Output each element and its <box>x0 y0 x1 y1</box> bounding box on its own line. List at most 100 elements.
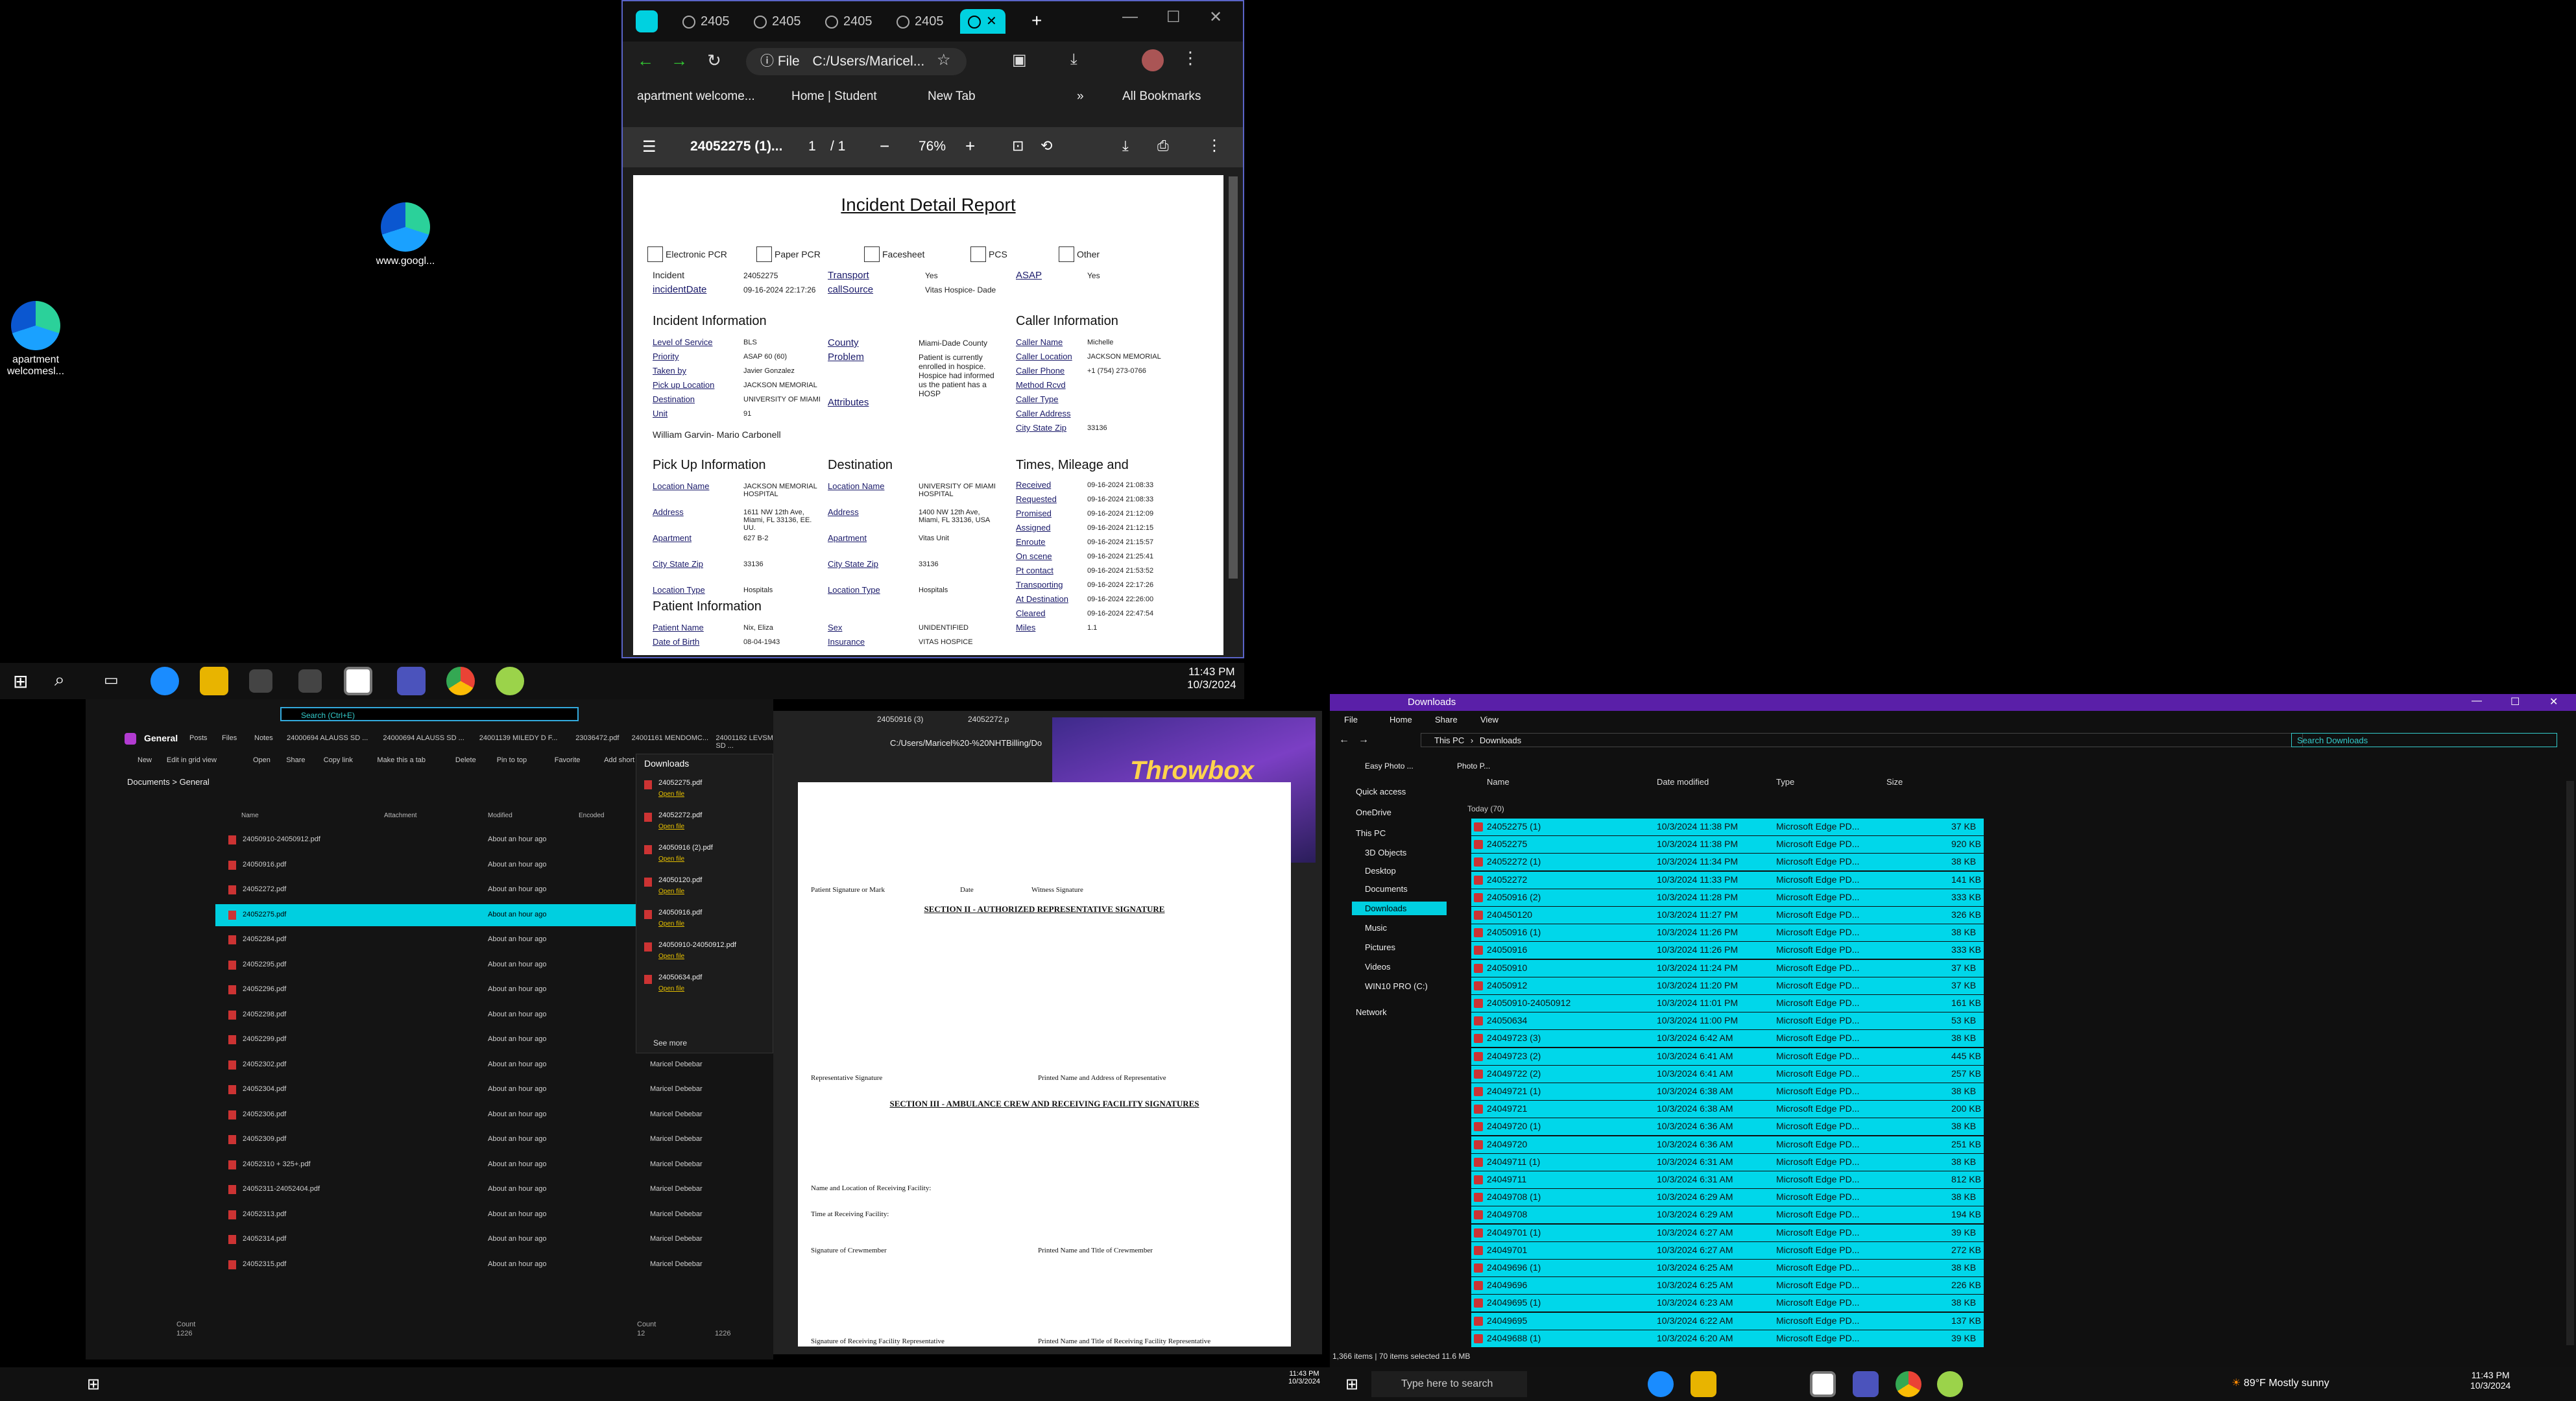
reload-icon[interactable]: ↻ <box>707 51 721 71</box>
download-item[interactable]: 24050916 (2).pdf Open file <box>644 843 767 871</box>
browser-tab[interactable]: 2405 <box>817 9 885 34</box>
forward-arrow-icon[interactable]: → <box>671 51 688 71</box>
profile-avatar[interactable] <box>1142 49 1164 71</box>
taskbar-search-input[interactable]: Type here to search <box>1371 1371 1527 1397</box>
file-name[interactable]: 24052304.pdf <box>243 1085 286 1093</box>
tab[interactable]: Posts <box>189 734 208 742</box>
file-row[interactable]: 24049708 (1) 10/3/2024 6:29 AM Microsoft E… <box>1471 1189 1984 1206</box>
file-row[interactable]: 24049723 (3) 10/3/2024 6:42 AM Microsoft E… <box>1471 1030 1984 1048</box>
file-name[interactable]: 24052309.pdf <box>243 1135 286 1143</box>
close-button[interactable]: ✕ <box>2549 695 2558 708</box>
forward-arrow-icon[interactable]: → <box>1358 734 1369 746</box>
toolbar-button[interactable]: Favorite <box>555 756 581 764</box>
desktop-shortcut-apartment[interactable]: apartment welcomesl... <box>0 301 71 377</box>
file-row[interactable]: 24050910-24050912 10/3/2024 11:01 PM Micro… <box>1471 995 1984 1012</box>
windows-start-icon[interactable]: ⊞ <box>87 1375 100 1394</box>
back-arrow-icon[interactable]: ← <box>637 51 654 71</box>
nav-item-this-pc[interactable]: This PC <box>1343 826 1447 840</box>
close-button[interactable]: ✕ <box>1209 8 1222 27</box>
download-item[interactable]: 24052272.pdf Open file <box>644 810 767 839</box>
tab[interactable]: 24001162 LEVSM SD ... <box>716 734 773 750</box>
file-name[interactable]: 24052296.pdf <box>243 985 286 993</box>
file-row[interactable]: 24049695 10/3/2024 6:22 AM Microsoft Edge … <box>1471 1312 1984 1330</box>
toolbar-button[interactable]: Open <box>253 756 271 764</box>
zoom-out-icon[interactable]: − <box>880 136 889 156</box>
fit-page-icon[interactable]: ⊡ <box>1012 138 1024 154</box>
column-header[interactable]: Size <box>1886 777 1903 787</box>
chrome-icon[interactable] <box>446 667 475 695</box>
file-row[interactable]: 24049711 (1) 10/3/2024 6:31 AM Microsoft E… <box>1471 1153 1984 1171</box>
column-header[interactable]: Attachment <box>384 812 417 819</box>
more-options-icon[interactable]: ⋮ <box>1207 136 1222 155</box>
column-header[interactable]: Modified <box>488 812 512 819</box>
tab[interactable]: Files <box>222 734 237 742</box>
file-name[interactable]: 24052313.pdf <box>243 1210 286 1218</box>
page-number-input[interactable]: 1 <box>808 139 816 154</box>
clock[interactable]: 11:43 PM 10/3/2024 <box>2470 1370 2510 1391</box>
file-row[interactable]: 24050910 10/3/2024 11:24 PM Microsoft Edge… <box>1471 959 1984 977</box>
maximize-button[interactable]: ☐ <box>1166 8 1181 27</box>
file-row[interactable]: 24052272 (1) 10/3/2024 11:34 PM Microsoft … <box>1471 854 1984 871</box>
new-tab-button[interactable]: + <box>1031 10 1042 31</box>
column-header[interactable]: Type <box>1776 777 1794 787</box>
table-row[interactable]: 24052310 + 325+.pdf About an hour ago Mari… <box>215 1154 721 1176</box>
bookmark-item[interactable]: Home | Student <box>791 90 877 104</box>
bookmark-item[interactable]: New Tab <box>928 90 976 104</box>
nav-item-downloads[interactable]: Downloads <box>1352 902 1447 915</box>
windows-start-icon[interactable]: ⊞ <box>13 671 28 692</box>
file-row[interactable]: 24049708 10/3/2024 6:29 AM Microsoft Edge … <box>1471 1206 1984 1224</box>
file-name[interactable]: 24052299.pdf <box>243 1035 286 1043</box>
browser-tab[interactable]: 24052272.p <box>968 715 1009 724</box>
file-name[interactable]: 24052284.pdf <box>243 935 286 943</box>
nav-item-desktop[interactable]: Desktop <box>1352 864 1447 878</box>
file-row[interactable]: 24049720 10/3/2024 6:36 AM Microsoft Edge … <box>1471 1136 1984 1153</box>
address-bar[interactable]: ⓘ File C:/Users/Maricel... <box>746 48 967 75</box>
file-row[interactable]: 24050916 10/3/2024 11:26 PM Microsoft Edge… <box>1471 942 1984 959</box>
quick-access-link[interactable]: Easy Photo ... <box>1365 761 1414 771</box>
download-item[interactable]: 24052275.pdf Open file <box>644 778 767 806</box>
nav-item-videos[interactable]: Videos <box>1352 960 1447 974</box>
hamburger-menu-icon[interactable]: ☰ <box>642 138 656 156</box>
windows-start-icon[interactable]: ⊞ <box>1345 1375 1358 1394</box>
toolbar-button[interactable]: Make this a tab <box>377 756 426 764</box>
file-name[interactable]: 24052310 + 325+.pdf <box>243 1160 311 1168</box>
table-row[interactable]: 24052306.pdf About an hour ago Maricel Deb… <box>215 1104 721 1126</box>
file-row[interactable]: 24049722 (2) 10/3/2024 6:41 AM Microsoft E… <box>1471 1065 1984 1083</box>
column-header[interactable]: Encoded <box>579 812 604 819</box>
file-row[interactable]: 24050916 (2) 10/3/2024 11:28 PM Microsoft … <box>1471 889 1984 906</box>
table-row[interactable]: 24052311-24052404.pdf About an hour ago Ma… <box>215 1179 721 1201</box>
teams-icon[interactable] <box>397 667 426 695</box>
open-file-link[interactable]: Open file <box>658 823 684 830</box>
menu-item[interactable]: File <box>1344 715 1358 724</box>
table-row[interactable]: 24052304.pdf About an hour ago Maricel Deb… <box>215 1079 721 1101</box>
menu-item[interactable]: Share <box>1435 715 1458 724</box>
nav-item-pictures[interactable]: Pictures <box>1352 940 1447 954</box>
edge-icon[interactable] <box>150 667 179 695</box>
file-row[interactable]: 24049688 (1) 10/3/2024 6:20 AM Microsoft E… <box>1471 1330 1984 1347</box>
back-arrow-icon[interactable]: ← <box>1339 734 1349 746</box>
file-row[interactable]: 24050916 (1) 10/3/2024 11:26 PM Microsoft … <box>1471 924 1984 942</box>
file-row[interactable]: 240450120 10/3/2024 11:27 PM Microsoft Edg… <box>1471 907 1984 924</box>
file-name[interactable]: 24052314.pdf <box>243 1235 286 1243</box>
file-name[interactable]: 24052306.pdf <box>243 1110 286 1118</box>
toolbar-button[interactable]: Copy link <box>324 756 353 764</box>
see-more-link[interactable]: See more <box>653 1038 687 1048</box>
file-name[interactable]: 24050910-24050912.pdf <box>243 835 320 843</box>
print-icon[interactable]: ⎙ <box>1157 138 1169 154</box>
toolbar-button[interactable]: New <box>138 756 152 764</box>
table-row[interactable]: 24052302.pdf About an hour ago Maricel Deb… <box>215 1054 721 1076</box>
table-row[interactable]: 24052309.pdf About an hour ago Maricel Deb… <box>215 1129 721 1151</box>
toolbar-button[interactable]: Add short <box>604 756 634 764</box>
file-row[interactable]: 24052275 (1) 10/3/2024 11:38 PM Microsoft … <box>1471 819 1984 835</box>
browser-tab[interactable]: 2405 <box>889 9 956 34</box>
open-file-link[interactable]: Open file <box>658 920 684 928</box>
search-input[interactable]: Search (Ctrl+E) <box>280 707 579 721</box>
desktop-shortcut-google[interactable]: www.googl... <box>370 202 441 267</box>
quick-access-link[interactable]: Photo P... <box>1457 761 1490 771</box>
mail-icon[interactable] <box>249 669 272 693</box>
file-row[interactable]: 24049696 (1) 10/3/2024 6:25 AM Microsoft E… <box>1471 1260 1984 1276</box>
tab[interactable]: 24001139 MILEDY D F... <box>479 734 558 742</box>
menu-item[interactable]: View <box>1480 715 1499 724</box>
file-row[interactable]: 24049701 (1) 10/3/2024 6:27 AM Microsoft E… <box>1471 1224 1984 1241</box>
download-item[interactable]: 24050634.pdf Open file <box>644 972 767 1001</box>
